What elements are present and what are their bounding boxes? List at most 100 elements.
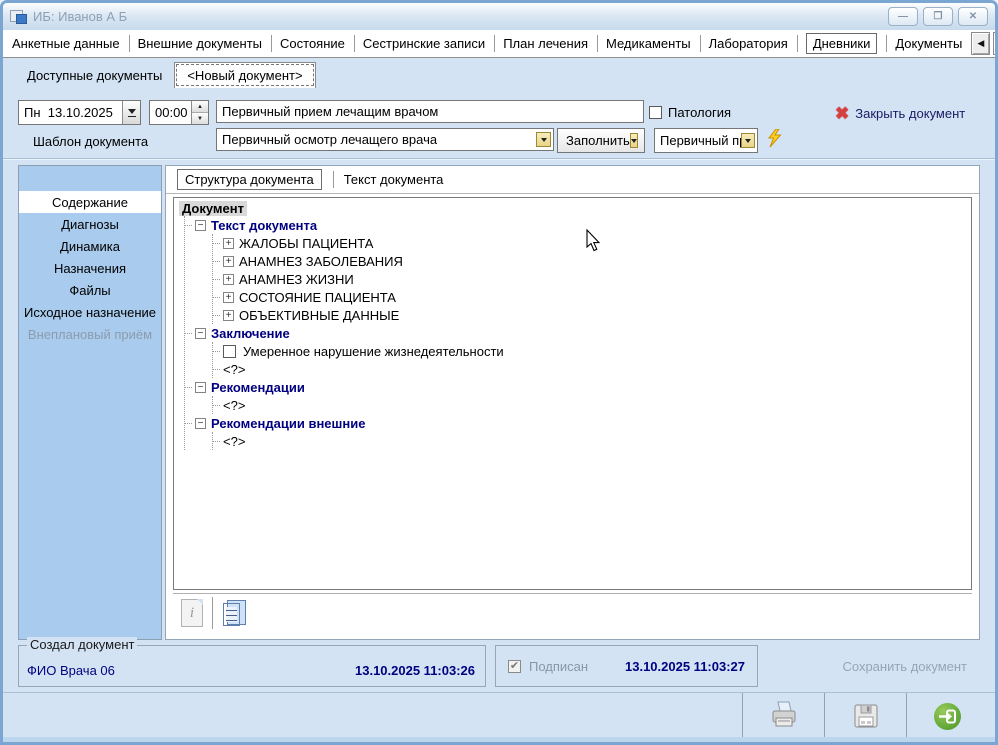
signed-timestamp: 13.10.2025 11:03:27	[625, 659, 745, 674]
main-tab-label: План лечения	[503, 36, 588, 51]
expand-icon[interactable]: +	[223, 310, 234, 321]
type-combo-value: Первичный пр	[660, 133, 741, 148]
main-tab-laboratory[interactable]: Лаборатория	[700, 30, 797, 57]
expand-icon[interactable]: +	[223, 256, 234, 267]
tree-placeholder-row[interactable]: <?>	[213, 360, 967, 378]
save-document-button[interactable]: Сохранить документ	[842, 659, 967, 674]
tree-item-label: АНАМНЕЗ ЖИЗНИ	[239, 272, 354, 287]
tree-connector	[213, 441, 220, 442]
tree-checkbox-icon[interactable]	[223, 345, 236, 358]
content-tab-document-text[interactable]: Текст документа	[333, 166, 455, 193]
doc-tab-new-document[interactable]: <Новый документ>	[174, 62, 315, 88]
app-window: ИБ: Иванов А Б —❐✕ Анкетные данныеВнешни…	[0, 0, 998, 745]
main-tab-medications[interactable]: Медикаменты	[597, 30, 700, 57]
tree-item-row[interactable]: +ЖАЛОБЫ ПАЦИЕНТА	[213, 234, 967, 252]
template-dropdown-icon[interactable]	[536, 132, 551, 147]
tree-connector	[213, 351, 220, 352]
save-button[interactable]	[824, 693, 906, 739]
document-title-input[interactable]: Первичный прием лечащим врачом	[216, 100, 644, 123]
collapse-icon[interactable]: −	[195, 418, 206, 429]
sidebar-item-diagnoses[interactable]: Диагнозы	[19, 213, 161, 235]
main-tab-diaries[interactable]: Дневники	[797, 30, 887, 57]
lightning-icon[interactable]	[766, 129, 783, 153]
main-tab-documents[interactable]: Документы	[886, 30, 971, 57]
save-icon	[853, 703, 879, 729]
fill-button[interactable]: Заполнить	[557, 128, 645, 153]
close-document-button[interactable]: ✖ Закрыть документ	[835, 105, 965, 122]
collapse-icon[interactable]: −	[195, 328, 206, 339]
main-tab-treatment-plan[interactable]: План лечения	[494, 30, 597, 57]
spin-up-icon[interactable]: ▲	[192, 101, 208, 113]
minimize-button[interactable]: —	[888, 7, 918, 26]
tree-item-row[interactable]: +ОБЪЕКТИВНЫЕ ДАННЫЕ	[213, 306, 967, 324]
tree-section-label: Рекомендации внешние	[211, 416, 365, 431]
fill-dropdown-icon[interactable]	[630, 133, 638, 148]
main-tab-state[interactable]: Состояние	[271, 30, 354, 57]
date-dropdown-icon[interactable]	[122, 101, 140, 124]
checkbox-icon[interactable]	[649, 106, 662, 119]
main-tab-bar: Анкетные данные Внешние документы Состояни…	[3, 30, 995, 58]
tree-checkbox-row[interactable]: Умеренное нарушение жизнедеятельности	[213, 342, 967, 360]
main-tab-external-documents[interactable]: Внешние документы	[129, 30, 271, 57]
main-tab-label: Анкетные данные	[12, 36, 120, 51]
sidebar-item-files[interactable]: Файлы	[19, 279, 161, 301]
tree-root-node[interactable]: Документ	[179, 201, 247, 216]
app-icon	[10, 10, 27, 24]
content-tab-document-structure[interactable]: Структура документа	[166, 166, 333, 193]
tab-scroll-left-icon[interactable]: ◀	[971, 32, 990, 55]
document-tree-box: Документ−Текст документа+ЖАЛОБЫ ПАЦИЕНТА…	[173, 197, 972, 590]
tree-section-row[interactable]: −Заключение	[185, 324, 967, 342]
template-combo[interactable]: Первичный осмотр лечащего врача	[216, 128, 554, 151]
tree-section-label: Рекомендации	[211, 380, 305, 395]
date-value: Пн 13.10.2025	[24, 105, 113, 120]
tree-placeholder-label: <?>	[223, 362, 245, 377]
print-button[interactable]	[742, 693, 824, 739]
main-tab-label: Состояние	[280, 36, 345, 51]
tree-section-row[interactable]: −Рекомендации внешние	[185, 414, 967, 432]
signed-checkbox: ✔	[508, 660, 521, 673]
main-tab-label: Медикаменты	[606, 36, 691, 51]
pathology-checkbox[interactable]: Патология	[649, 105, 731, 120]
tree-item-row[interactable]: + АНАМНЕЗ ЗАБОЛЕВАНИЯ	[213, 252, 967, 270]
fill-button-label: Заполнить	[566, 133, 630, 148]
main-tab-nursing-records[interactable]: Сестринские записи	[354, 30, 494, 57]
tree-item-row[interactable]: +СОСТОЯНИЕ ПАЦИЕНТА	[213, 288, 967, 306]
tree-item-label: АНАМНЕЗ ЗАБОЛЕВАНИЯ	[239, 254, 403, 269]
info-icon[interactable]: i	[181, 599, 203, 627]
sidebar-item-initial-prescription[interactable]: Исходное назначение	[19, 301, 161, 323]
content-panel: Структура документаТекст документа Докум…	[165, 165, 980, 640]
tab-scroll-right-icon[interactable]: ▶	[993, 32, 998, 55]
tree-section-row[interactable]: −Рекомендации	[185, 378, 967, 396]
date-picker[interactable]: Пн 13.10.2025	[18, 100, 141, 125]
sidebar-item-contents[interactable]: Содержание	[19, 191, 161, 213]
type-dropdown-icon[interactable]	[741, 133, 755, 148]
sidebar-item-dynamics[interactable]: Динамика	[19, 235, 161, 257]
tree-connector	[185, 333, 192, 334]
doc-tab-available-documents[interactable]: Доступные документы	[15, 62, 174, 88]
print-icon	[768, 701, 800, 731]
spin-down-icon[interactable]: ▼	[192, 113, 208, 124]
maximize-button[interactable]: ❐	[923, 7, 953, 26]
tree-section-children: +ЖАЛОБЫ ПАЦИЕНТА+АНАМНЕЗ ЗАБОЛЕВАНИЯ+АНА…	[212, 234, 967, 324]
expand-icon[interactable]: +	[223, 238, 234, 249]
close-button[interactable]: ✕	[958, 7, 988, 26]
exit-button[interactable]	[906, 693, 988, 739]
created-group-label: Создал документ	[27, 637, 137, 652]
tree-item-row[interactable]: + АНАМНЕЗ ЖИЗНИ	[213, 270, 967, 288]
tree-section-children: <?>	[212, 432, 967, 450]
document-pages-icon[interactable]	[222, 599, 246, 627]
expand-icon[interactable]: +	[223, 274, 234, 285]
tree-placeholder-row[interactable]: <?>	[213, 396, 967, 414]
tree-placeholder-row[interactable]: <?>	[213, 432, 967, 450]
collapse-icon[interactable]: −	[195, 220, 206, 231]
type-combo[interactable]: Первичный пр	[654, 128, 758, 153]
expand-icon[interactable]: +	[223, 292, 234, 303]
collapse-icon[interactable]: −	[195, 382, 206, 393]
content-tab-bar: Структура документаТекст документа	[166, 166, 979, 194]
time-spinner[interactable]: 00:00 ▲ ▼	[149, 100, 209, 125]
tree-section-row[interactable]: −Текст документа	[185, 216, 967, 234]
tree-connector	[213, 315, 220, 316]
main-tab-personal-data[interactable]: Анкетные данные	[3, 30, 129, 57]
sidebar-item-prescriptions[interactable]: Назначения	[19, 257, 161, 279]
template-label: Шаблон документа	[33, 134, 148, 149]
